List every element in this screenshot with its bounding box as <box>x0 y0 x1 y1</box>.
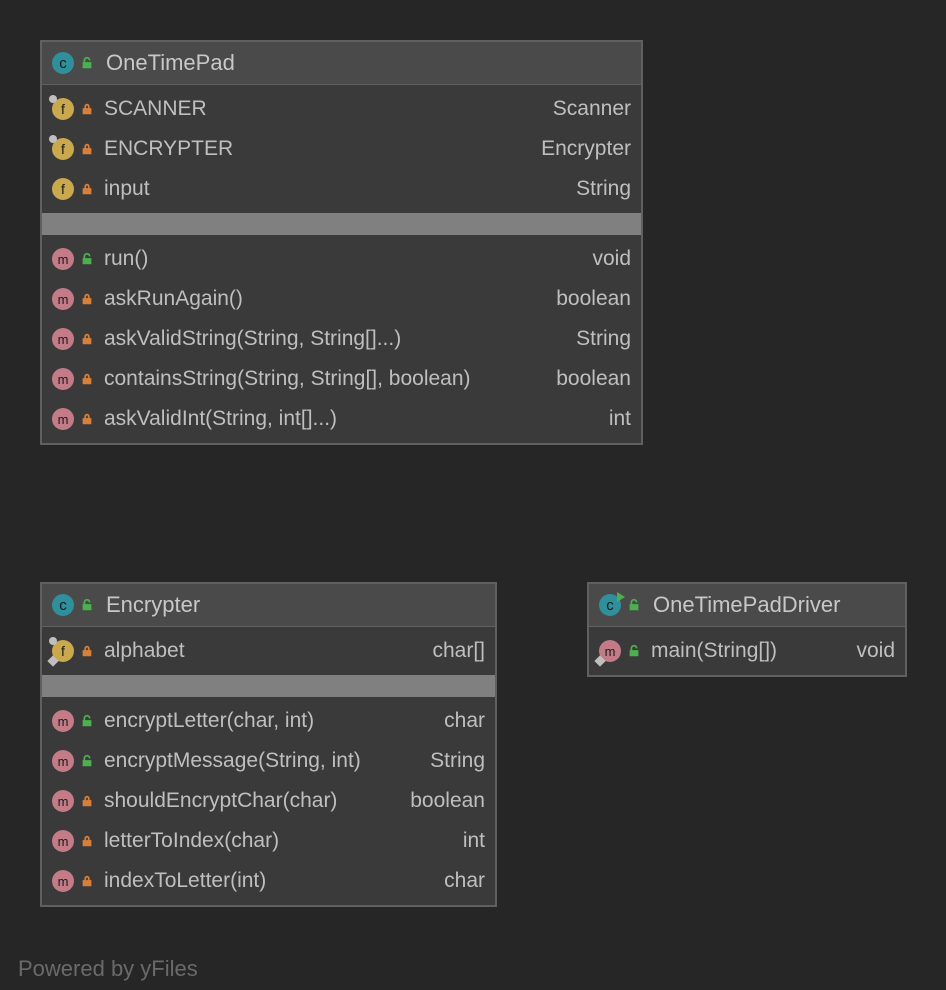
method-icon: m <box>52 870 74 892</box>
method-row[interactable]: m main(String[]) void <box>589 631 905 671</box>
section-separator <box>42 213 641 235</box>
unlock-icon <box>80 598 94 612</box>
method-icon: m <box>52 368 74 390</box>
field-type: Scanner <box>553 97 631 121</box>
method-icon: m <box>52 710 74 732</box>
method-icon: m <box>52 408 74 430</box>
method-ret: boolean <box>556 287 631 311</box>
method-icon: m <box>52 830 74 852</box>
class-header[interactable]: c OneTimePadDriver <box>589 584 905 627</box>
methods-section: m main(String[]) void <box>589 627 905 675</box>
method-sig: letterToIndex(char) <box>104 829 279 853</box>
lock-icon <box>80 332 94 346</box>
class-box-encrypter[interactable]: c Encrypter f alphabet char[] m encryptL… <box>40 582 497 907</box>
method-row[interactable]: m encryptLetter(char, int) char <box>42 701 495 741</box>
method-ret: int <box>463 829 485 853</box>
lock-icon <box>80 102 94 116</box>
method-sig: encryptMessage(String, int) <box>104 749 361 773</box>
method-ret: String <box>576 327 631 351</box>
method-icon: m <box>52 790 74 812</box>
class-header[interactable]: c OneTimePad <box>42 42 641 85</box>
method-row[interactable]: m containsString(String, String[], boole… <box>42 359 641 399</box>
unlock-icon <box>80 714 94 728</box>
method-row[interactable]: m indexToLetter(int) char <box>42 861 495 901</box>
class-icon: c <box>52 594 74 616</box>
methods-section: m run() void m askRunAgain() boolean m a… <box>42 235 641 443</box>
unlock-icon <box>627 644 641 658</box>
class-name: Encrypter <box>106 592 200 618</box>
fields-section: f SCANNER Scanner f ENCRYPTER Encrypter … <box>42 85 641 213</box>
field-type: String <box>576 177 631 201</box>
method-icon: m <box>52 328 74 350</box>
method-icon: m <box>52 750 74 772</box>
method-sig: run() <box>104 247 148 271</box>
unlock-icon <box>80 252 94 266</box>
class-icon: c <box>52 52 74 74</box>
method-sig: askValidString(String, String[]...) <box>104 327 401 351</box>
field-row[interactable]: f SCANNER Scanner <box>42 89 641 129</box>
class-box-onetimepaddriver[interactable]: c OneTimePadDriver m main(String[]) void <box>587 582 907 677</box>
method-sig: askValidInt(String, int[]...) <box>104 407 337 431</box>
method-sig: main(String[]) <box>651 639 777 663</box>
lock-icon <box>80 372 94 386</box>
method-row[interactable]: m askValidString(String, String[]...) St… <box>42 319 641 359</box>
field-row[interactable]: f input String <box>42 169 641 209</box>
fields-section: f alphabet char[] <box>42 627 495 675</box>
method-ret: char <box>444 869 485 893</box>
method-ret: void <box>592 247 631 271</box>
method-row[interactable]: m run() void <box>42 239 641 279</box>
lock-icon <box>80 292 94 306</box>
lock-icon <box>80 182 94 196</box>
field-icon: f <box>52 98 74 120</box>
field-name: alphabet <box>104 639 185 663</box>
field-name: input <box>104 177 150 201</box>
class-name: OneTimePadDriver <box>653 592 840 618</box>
field-type: char[] <box>432 639 485 663</box>
method-row[interactable]: m letterToIndex(char) int <box>42 821 495 861</box>
method-ret: boolean <box>556 367 631 391</box>
method-row[interactable]: m shouldEncryptChar(char) boolean <box>42 781 495 821</box>
method-row[interactable]: m encryptMessage(String, int) String <box>42 741 495 781</box>
field-icon: f <box>52 138 74 160</box>
method-ret: boolean <box>410 789 485 813</box>
lock-icon <box>80 412 94 426</box>
method-row[interactable]: m askValidInt(String, int[]...) int <box>42 399 641 439</box>
method-ret: int <box>609 407 631 431</box>
runnable-class-icon: c <box>599 594 621 616</box>
unlock-icon <box>80 754 94 768</box>
unlock-icon <box>627 598 641 612</box>
method-ret: void <box>856 639 895 663</box>
method-icon: m <box>52 248 74 270</box>
method-sig: containsString(String, String[], boolean… <box>104 367 471 391</box>
lock-icon <box>80 142 94 156</box>
method-icon: m <box>52 288 74 310</box>
method-sig: encryptLetter(char, int) <box>104 709 314 733</box>
field-type: Encrypter <box>541 137 631 161</box>
lock-icon <box>80 794 94 808</box>
field-name: SCANNER <box>104 97 207 121</box>
field-row[interactable]: f alphabet char[] <box>42 631 495 671</box>
method-row[interactable]: m askRunAgain() boolean <box>42 279 641 319</box>
class-header[interactable]: c Encrypter <box>42 584 495 627</box>
lock-icon <box>80 644 94 658</box>
field-icon: f <box>52 178 74 200</box>
class-box-onetimepad[interactable]: c OneTimePad f SCANNER Scanner f ENCRYPT… <box>40 40 643 445</box>
footer-attribution: Powered by yFiles <box>18 956 198 982</box>
methods-section: m encryptLetter(char, int) char m encryp… <box>42 697 495 905</box>
lock-icon <box>80 874 94 888</box>
class-name: OneTimePad <box>106 50 235 76</box>
method-sig: shouldEncryptChar(char) <box>104 789 337 813</box>
method-sig: indexToLetter(int) <box>104 869 266 893</box>
field-row[interactable]: f ENCRYPTER Encrypter <box>42 129 641 169</box>
field-icon: f <box>52 640 74 662</box>
method-ret: char <box>444 709 485 733</box>
lock-icon <box>80 834 94 848</box>
method-icon: m <box>599 640 621 662</box>
field-name: ENCRYPTER <box>104 137 233 161</box>
section-separator <box>42 675 495 697</box>
method-ret: String <box>430 749 485 773</box>
unlock-icon <box>80 56 94 70</box>
method-sig: askRunAgain() <box>104 287 243 311</box>
